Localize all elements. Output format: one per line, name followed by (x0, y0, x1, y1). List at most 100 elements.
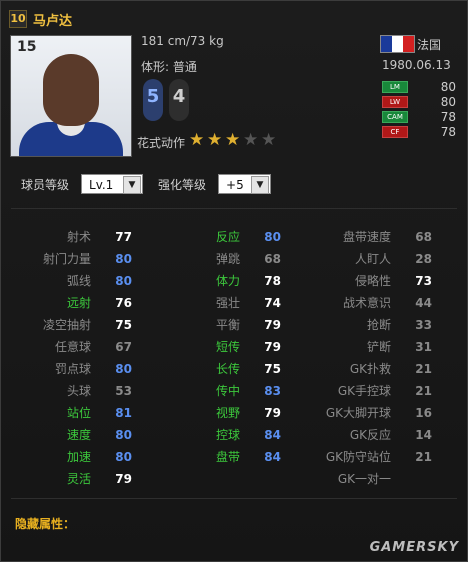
attribute-name: 长传 (215, 362, 240, 376)
attribute-name: GK大脚开球 (325, 406, 391, 420)
attribute-value: 53 (115, 384, 132, 398)
attribute-value: 31 (415, 340, 432, 354)
position-rating: 80 (440, 95, 456, 109)
attribute-value: 80 (115, 450, 132, 464)
position-rating: 80 (440, 80, 456, 94)
nation-flag-icon (380, 35, 415, 53)
attribute-name: 头球 (66, 384, 91, 398)
attribute-name: 强壮 (215, 296, 240, 310)
flag-stripe (403, 36, 414, 52)
overall-rating: 15 (17, 39, 37, 55)
attribute-value: 80 (115, 428, 132, 442)
position-row: CF 78 (382, 125, 460, 139)
nation-name: 法国 (417, 38, 442, 52)
chevron-down-icon[interactable]: ▼ (123, 176, 142, 194)
attribute-name: 平衡 (215, 318, 240, 332)
flag-stripe (381, 36, 392, 52)
attribute-value: 21 (415, 450, 432, 464)
position-row: CAM 78 (382, 110, 460, 124)
attribute-name: 抢断 (366, 318, 391, 332)
player-level-control: 球员等级 Lv.1 ▼ (21, 173, 144, 195)
attribute-name: 反应 (215, 230, 240, 244)
player-level-value: Lv.1 (89, 178, 114, 192)
chevron-down-icon[interactable]: ▼ (251, 176, 270, 194)
position-badge: CAM (382, 111, 408, 123)
attribute-name: 任意球 (54, 340, 91, 354)
attribute-name: 体力 (215, 274, 240, 288)
attribute-value: 83 (264, 384, 281, 398)
attribute-name: 罚点球 (54, 362, 91, 376)
height-weight: 181 cm/73 kg (141, 34, 224, 48)
skill-moves-stars: ★ ★ ★ ★ ★ (189, 130, 279, 150)
star-icon: ★ (225, 130, 241, 150)
enhance-level-label: 强化等级 (158, 177, 207, 192)
attribute-name: GK一对一 (337, 472, 391, 486)
attribute-value: 14 (415, 428, 432, 442)
attribute-name: 盘带 (215, 450, 240, 464)
right-foot-rating: 4 (169, 79, 189, 121)
attribute-name: 加速 (66, 450, 91, 464)
attribute-value: 76 (115, 296, 132, 310)
skill-moves-label: 花式动作 (137, 136, 186, 150)
attribute-name: GK反应 (349, 428, 391, 442)
body-type: 体形: 普通 (141, 60, 197, 74)
attribute-name: 侵略性 (354, 274, 391, 288)
left-foot-rating: 5 (143, 79, 163, 121)
attribute-value: 79 (264, 318, 281, 332)
attribute-value: 79 (264, 406, 281, 420)
position-row: LM 80 (382, 80, 460, 94)
attribute-name: 视野 (215, 406, 240, 420)
attribute-name: 控球 (215, 428, 240, 442)
star-icon: ★ (243, 130, 259, 150)
player-level-label: 球员等级 (21, 177, 70, 192)
attribute-value: 21 (415, 384, 432, 398)
star-icon: ★ (261, 130, 277, 150)
attribute-name: 射术 (66, 230, 91, 244)
attribute-value: 84 (264, 428, 281, 442)
attribute-name: 站位 (66, 406, 91, 420)
attribute-name: 速度 (66, 428, 91, 442)
date-of-birth: 1980.06.13 (382, 58, 451, 72)
player-portrait: 15 (10, 35, 132, 157)
hidden-attributes-label: 隐藏属性： (15, 517, 76, 531)
enhance-level-select[interactable]: +5 ▼ (218, 174, 272, 194)
attribute-name: GK扑救 (349, 362, 391, 376)
position-badge: LM (382, 81, 408, 93)
player-name: 马卢达 (33, 13, 73, 29)
attribute-value: 78 (264, 274, 281, 288)
attribute-value: 33 (415, 318, 432, 332)
position-row: LW 80 (382, 95, 460, 109)
attribute-value: 73 (415, 274, 432, 288)
attribute-value: 68 (264, 252, 281, 266)
portrait-head (43, 54, 99, 126)
star-icon: ★ (189, 130, 205, 150)
enhance-level-control: 强化等级 +5 ▼ (158, 173, 272, 195)
attribute-value: 75 (264, 362, 281, 376)
title-bar: 10 马卢达 (9, 9, 72, 29)
season-badge: 10 (9, 10, 27, 28)
attribute-name: GK手控球 (337, 384, 391, 398)
attribute-name: 短传 (215, 340, 240, 354)
attribute-value: 68 (415, 230, 432, 244)
player-level-select[interactable]: Lv.1 ▼ (81, 174, 144, 194)
position-rating: 78 (440, 110, 456, 124)
attribute-name: 铲断 (366, 340, 391, 354)
attribute-value: 79 (264, 340, 281, 354)
attribute-name: 人盯人 (354, 252, 391, 266)
position-badge: CF (382, 126, 408, 138)
position-rating: 78 (440, 125, 456, 139)
attribute-value: 80 (264, 230, 281, 244)
attribute-value: 16 (415, 406, 432, 420)
divider (11, 208, 457, 209)
attribute-name: 射门力量 (42, 252, 91, 266)
attribute-value: 80 (115, 274, 132, 288)
attribute-value: 28 (415, 252, 432, 266)
attribute-name: 灵活 (66, 472, 91, 486)
attribute-value: 79 (115, 472, 132, 486)
enhance-level-value: +5 (226, 178, 244, 192)
player-card: 10 马卢达 15 181 cm/73 kg 体形: 普通 5 4 花式动作 ★… (0, 0, 468, 562)
flag-stripe (392, 36, 403, 52)
divider (11, 498, 457, 499)
attribute-value: 75 (115, 318, 132, 332)
attribute-value: 81 (115, 406, 132, 420)
